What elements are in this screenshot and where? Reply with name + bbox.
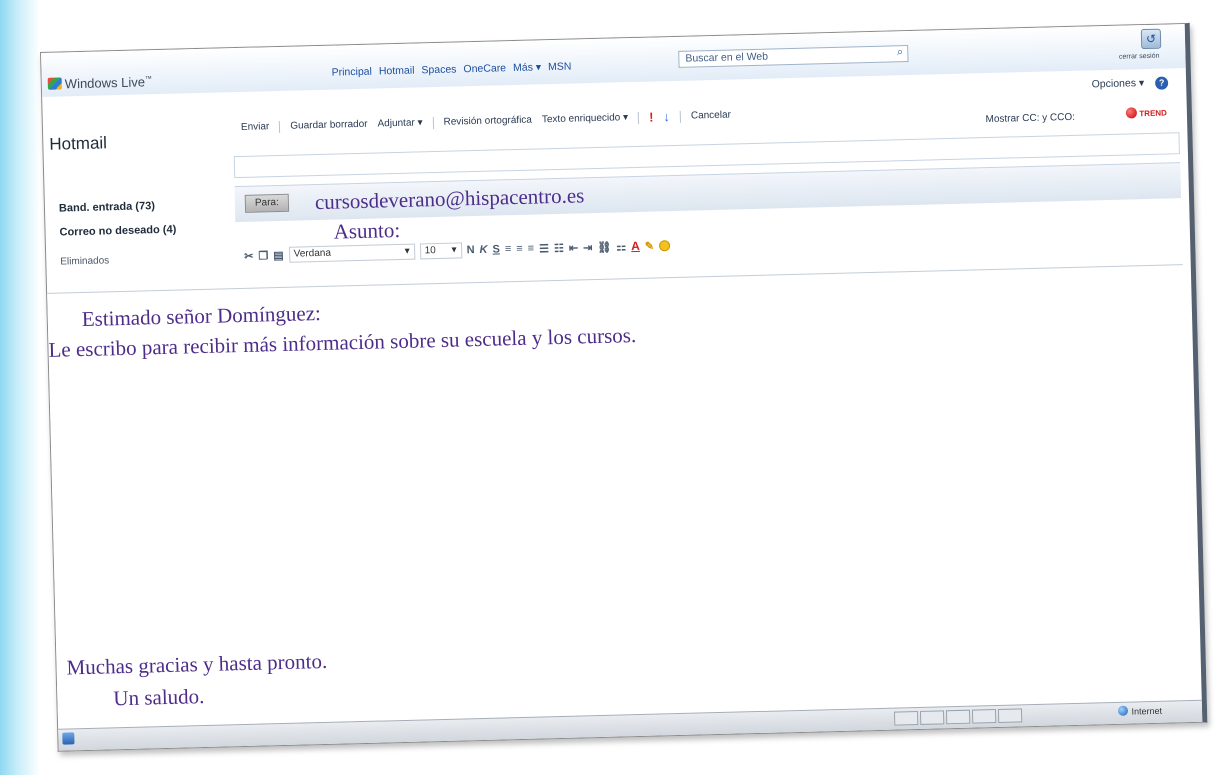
signoff-line: Un saludo. [113, 684, 205, 711]
compose-header: Para: cursosdeverano@hispacentro.es Asun… [233, 132, 1183, 271]
closing-line: Muchas gracias y hasta pronto. [66, 648, 328, 680]
link-icon[interactable]: ⛓ [597, 240, 611, 253]
status-panel [945, 709, 971, 725]
toolbar-divider [679, 110, 682, 123]
nav-hotmail[interactable]: Hotmail [379, 65, 415, 78]
compose-toolbar: Enviar Guardar borrador Adjuntar ▾ Revis… [241, 108, 731, 135]
cancel-button[interactable]: Cancelar [691, 110, 731, 122]
chevron-down-icon: ▾ [451, 244, 457, 256]
toolbar-divider [279, 120, 281, 133]
browser-window: Windows Live™ Principal Hotmail Spaces O… [40, 22, 1208, 752]
underline-icon[interactable]: S [492, 243, 500, 255]
folder-sidebar: Hotmail Band. entrada (73) Correo no des… [42, 92, 237, 297]
font-color-icon[interactable]: A [631, 239, 640, 253]
chevron-down-icon: ▾ [404, 245, 410, 257]
paste-icon[interactable]: ▤ [273, 248, 284, 261]
toolbar-divider [432, 116, 434, 129]
sidebar-item-inbox[interactable]: Band. entrada (73) [59, 200, 155, 214]
top-navigation: Principal Hotmail Spaces OneCare Más ▾ M… [331, 61, 571, 79]
ie-page-icon [62, 732, 75, 745]
photo-edge-glare [0, 0, 40, 775]
windows-flag-icon [47, 77, 62, 90]
cut-icon[interactable]: ✂ [244, 249, 254, 262]
send-button[interactable]: Enviar [241, 121, 270, 133]
high-priority-icon[interactable]: ! [649, 110, 654, 125]
search-icon[interactable]: ⌕ [897, 46, 903, 59]
to-field[interactable]: cursosdeverano@hispacentro.es [315, 171, 936, 217]
message-body[interactable]: Estimado señor Domínguez: Le escribo par… [47, 264, 1194, 721]
help-icon[interactable]: ? [1154, 76, 1169, 90]
font-size-select[interactable]: 10 ▾ [419, 242, 462, 260]
bold-icon[interactable]: N [467, 244, 475, 256]
status-panel [919, 710, 945, 725]
toolbar-divider [637, 111, 640, 124]
copy-icon[interactable]: ❐ [258, 249, 268, 262]
status-panels [893, 708, 1023, 726]
save-draft-button[interactable]: Guardar borrador [290, 119, 368, 132]
spellcheck-button[interactable]: Revisión ortográfica [443, 115, 532, 128]
globe-icon [1118, 705, 1129, 716]
nav-mas[interactable]: Más ▾ [513, 61, 541, 74]
messenger-icon[interactable]: ↺ [1140, 28, 1162, 50]
status-panel [893, 710, 919, 726]
windows-live-logo[interactable]: Windows Live™ [47, 74, 153, 92]
horizontal-rule-icon[interactable]: ⚏ [616, 240, 626, 253]
status-panel [997, 708, 1023, 723]
emoticon-icon[interactable] [658, 239, 671, 251]
web-search-input[interactable]: Buscar en el Web ⌕ [678, 45, 909, 68]
indent-icon[interactable]: ⇥ [583, 241, 593, 254]
options-menu[interactable]: Opciones ▾ ? [1092, 76, 1169, 91]
attach-button[interactable]: Adjuntar ▾ [377, 117, 422, 129]
bulleted-list-icon[interactable]: ☷ [554, 241, 564, 254]
to-button[interactable]: Para: [244, 193, 290, 213]
nav-spaces[interactable]: Spaces [421, 63, 456, 76]
top-header: Windows Live™ Principal Hotmail Spaces O… [41, 24, 1186, 97]
security-zone: Internet [1118, 705, 1162, 717]
trend-micro-icon [1126, 107, 1138, 119]
nav-onecare[interactable]: OneCare [463, 62, 506, 75]
font-select[interactable]: Verdana ▾ [288, 243, 415, 263]
nav-principal[interactable]: Principal [331, 66, 372, 79]
sidebar-item-deleted[interactable]: Eliminados [60, 255, 109, 267]
align-right-icon[interactable]: ≡ [528, 243, 535, 255]
highlight-icon[interactable]: ✎ [645, 239, 655, 252]
align-center-icon[interactable]: ≡ [516, 243, 523, 255]
rich-text-button[interactable]: Texto enriquecido ▾ [542, 112, 628, 125]
numbered-list-icon[interactable]: ☰ [539, 242, 549, 255]
account-area: ↺ cerrar sesión [1069, 28, 1170, 67]
hotmail-title: Hotmail [49, 133, 108, 154]
align-left-icon[interactable]: ≡ [505, 243, 512, 255]
low-priority-icon[interactable]: ↓ [663, 109, 670, 124]
trend-micro-logo: TREND [1126, 107, 1167, 119]
signout-link[interactable]: cerrar sesión [1119, 53, 1160, 61]
sidebar-item-junk[interactable]: Correo no deseado (4) [59, 224, 176, 239]
italic-icon[interactable]: K [479, 244, 487, 256]
greeting-line: Estimado señor Domínguez: [81, 300, 322, 332]
show-cc-link[interactable]: Mostrar CC: y CCO: [985, 112, 1075, 125]
status-panel [971, 709, 997, 724]
outdent-icon[interactable]: ⇤ [569, 241, 579, 254]
nav-msn[interactable]: MSN [548, 61, 572, 74]
